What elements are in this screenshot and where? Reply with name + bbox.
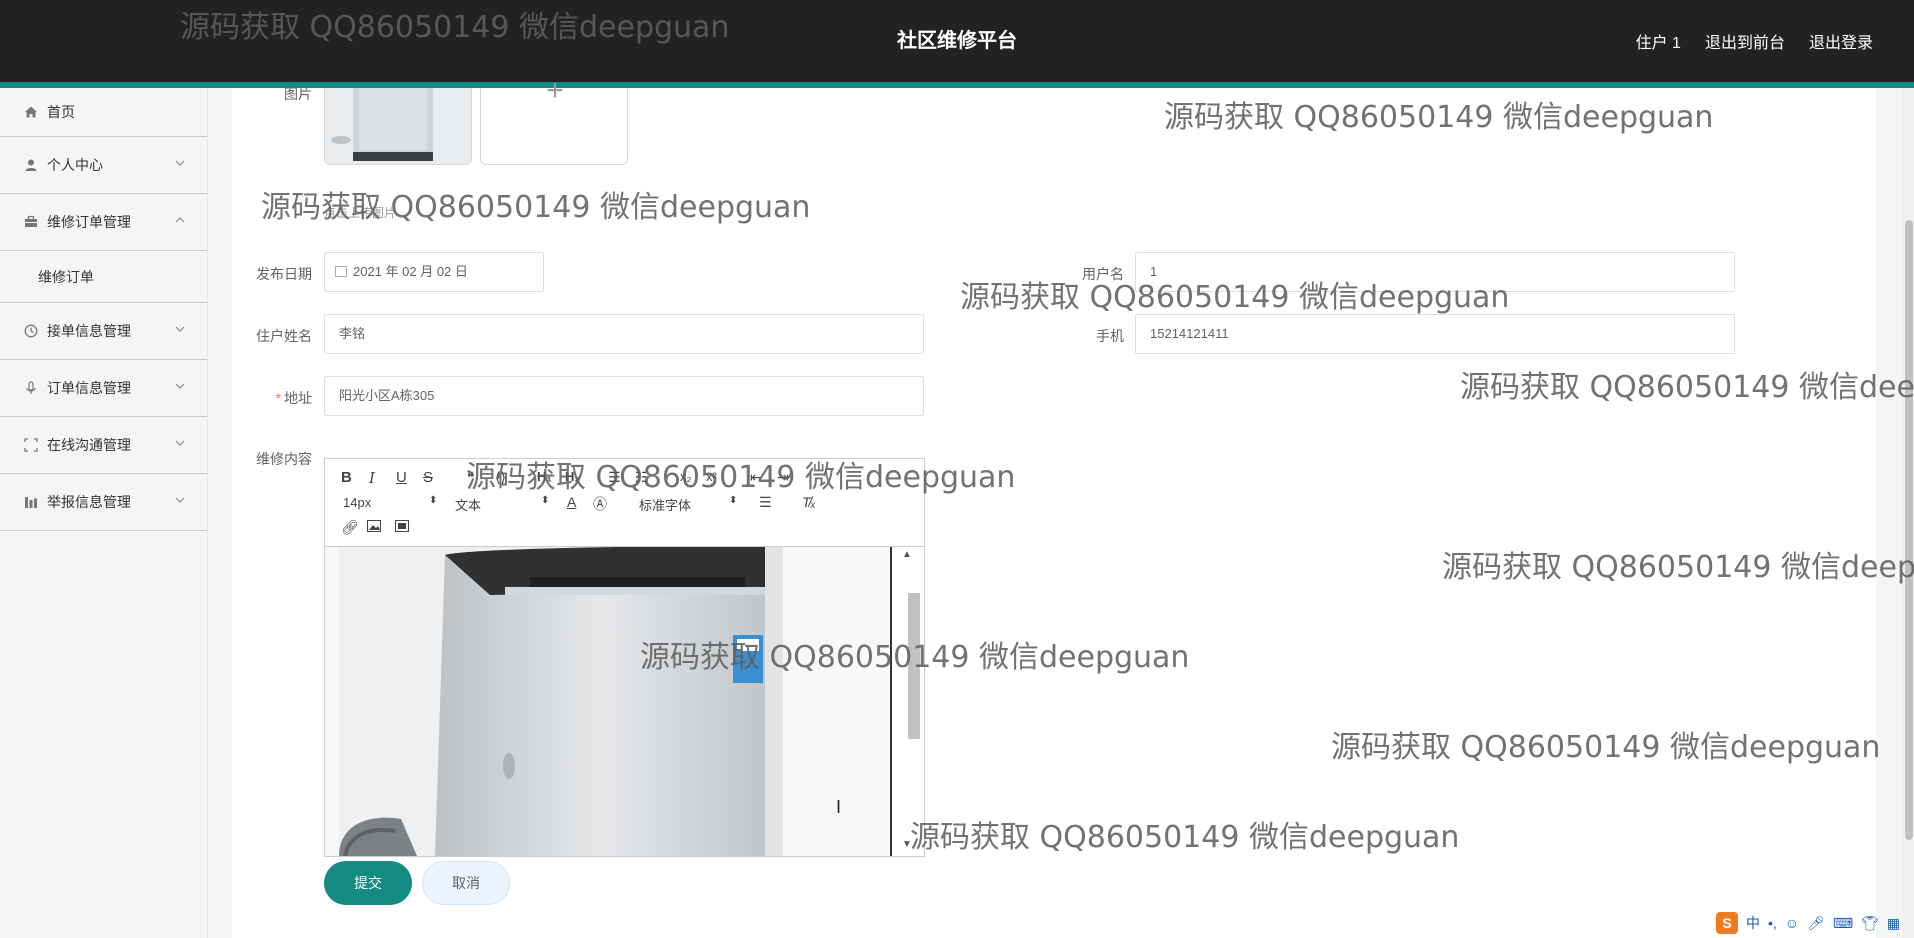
required-asterisk: * <box>275 390 281 406</box>
top-links: 住户 1 退出到前台 退出登录 <box>1636 0 1873 82</box>
bold-icon[interactable]: B <box>341 469 352 486</box>
sidebar-subitem-repair-orders[interactable]: 维修订单 <box>0 251 207 303</box>
sidebar-item-label: 首页 <box>47 104 75 120</box>
blockquote-icon[interactable]: ❝ <box>467 469 475 486</box>
upload-image-button[interactable]: + <box>480 74 628 165</box>
chevron-up-icon <box>175 214 185 228</box>
username-field[interactable]: 1 <box>1135 252 1735 292</box>
sogou-ime-logo-icon[interactable]: S <box>1716 912 1738 934</box>
text-cursor-icon: I <box>836 797 842 817</box>
sidebar-item-personal-center[interactable]: 个人中心 <box>0 137 207 194</box>
phone-label: 手机 <box>1096 328 1124 344</box>
sidebar-item-home[interactable]: 首页 <box>0 88 207 137</box>
italic-icon[interactable]: I <box>369 469 375 487</box>
font-color-icon[interactable]: A <box>567 494 576 510</box>
punctuation-icon[interactable]: •, <box>1768 915 1777 931</box>
image-icon[interactable] <box>367 519 381 536</box>
sidebar-item-label: 维修订单管理 <box>47 214 131 230</box>
back-to-front-link[interactable]: 退出到前台 <box>1705 29 1785 53</box>
briefcase-icon <box>24 215 38 229</box>
sidebar-item-label: 举报信息管理 <box>47 494 131 510</box>
grid-icon[interactable]: ▦ <box>1887 915 1900 932</box>
microphone-icon[interactable]: 🎤︎ <box>1807 915 1825 932</box>
site-title: 社区维修平台 <box>897 30 1017 52</box>
indent-icon[interactable]: ⇥ <box>777 469 789 486</box>
user-icon <box>24 158 38 172</box>
ime-mode-indicator[interactable]: 中 <box>1746 913 1760 933</box>
sidebar: 首页 个人中心 维修订单管理 维修订单 接单信息管理 订单信息管理 在线沟通管理… <box>0 88 208 938</box>
logout-link[interactable]: 退出登录 <box>1809 29 1873 53</box>
rich-text-editor[interactable]: B I U S ❝ ⟨⟩ H₁ H₂ ☰ ☷ x₂ x² ⇤ ⇥ 14px ⬍ 文… <box>324 458 925 857</box>
block-format-select[interactable]: 文本 ⬍ <box>455 495 549 514</box>
publish-date-value: 2021 年 02 月 02 日 <box>353 264 468 279</box>
heading2-icon[interactable]: H₂ <box>565 469 580 484</box>
scroll-down-icon[interactable]: ▼ <box>902 839 912 850</box>
image-label: 图片 <box>284 86 312 102</box>
current-user: 住户 1 <box>1635 35 1681 52</box>
page-scrollbar-thumb[interactable] <box>1905 220 1913 840</box>
chevron-down-icon <box>175 157 185 171</box>
align-left-icon[interactable]: ☰ <box>759 494 772 511</box>
ordered-list-icon[interactable]: ☰ <box>608 469 621 486</box>
video-icon[interactable] <box>395 519 409 536</box>
repair-content-label: 维修内容 <box>256 451 312 467</box>
home-icon <box>24 105 38 119</box>
strikethrough-icon[interactable]: S <box>423 469 433 486</box>
fullscreen-icon <box>24 438 38 452</box>
sidebar-item-order-taking-management[interactable]: 接单信息管理 <box>0 303 207 360</box>
username-label: 用户名 <box>1082 266 1124 282</box>
subscript-icon[interactable]: x₂ <box>680 469 692 484</box>
resident-name-field[interactable]: 李铭 <box>324 314 924 354</box>
sidebar-item-report-management[interactable]: 举报信息管理 <box>0 474 207 531</box>
sidebar-item-label: 个人中心 <box>47 157 103 173</box>
resident-name-label: 住户姓名 <box>256 328 312 344</box>
sidebar-item-label: 接单信息管理 <box>47 323 131 339</box>
submit-button[interactable]: 提交 <box>324 861 412 905</box>
code-block-icon[interactable]: ⟨⟩ <box>495 469 506 486</box>
font-size-select[interactable]: 14px ⬍ <box>343 495 437 510</box>
superscript-icon[interactable]: x² <box>706 469 717 484</box>
sidebar-item-label: 订单信息管理 <box>47 380 131 396</box>
chart-icon <box>24 495 38 509</box>
chevron-down-icon <box>175 323 185 337</box>
address-label: * 地址 <box>275 390 312 406</box>
sidebar-item-online-chat-management[interactable]: 在线沟通管理 <box>0 417 207 474</box>
calendar-icon <box>335 266 347 277</box>
scroll-up-icon[interactable]: ▲ <box>902 549 912 560</box>
background-color-icon[interactable]: Ⓐ <box>593 494 607 514</box>
outdent-icon[interactable]: ⇤ <box>750 469 762 486</box>
chevron-down-icon <box>175 380 185 394</box>
underline-icon[interactable]: U <box>396 469 407 486</box>
sidebar-item-repair-order-management[interactable]: 维修订单管理 <box>0 194 207 251</box>
font-family-select[interactable]: 标准字体 ⬍ <box>639 495 737 514</box>
chevron-down-icon <box>175 494 185 508</box>
microphone-icon <box>24 381 38 395</box>
clock-icon <box>24 324 38 338</box>
publish-date-picker[interactable]: 2021 年 02 月 02 日 <box>324 252 544 292</box>
editor-scrollbar[interactable]: ▲ ▼ <box>890 547 924 856</box>
phone-field[interactable]: 15214121411 <box>1135 314 1735 354</box>
washing-machine-photo <box>325 547 890 856</box>
publish-date-label: 发布日期 <box>256 266 312 282</box>
link-icon[interactable]: 🔗︎ <box>341 519 359 536</box>
clear-format-icon[interactable]: T̸ₓ <box>802 494 816 510</box>
chevron-down-icon <box>175 437 185 451</box>
sidebar-item-label: 在线沟通管理 <box>47 437 131 453</box>
heading1-icon[interactable]: H₁ <box>537 469 552 484</box>
ime-toolbar[interactable]: S 中 •, ☺ 🎤︎ ⌨ 👕︎ ▦ <box>1712 910 1914 936</box>
bullet-list-icon[interactable]: ☷ <box>635 469 648 486</box>
sidebar-item-order-info-management[interactable]: 订单信息管理 <box>0 360 207 417</box>
address-field[interactable]: 阳光小区A栋305 <box>324 376 924 416</box>
uploaded-image-thumbnail[interactable] <box>324 88 472 165</box>
shirt-icon[interactable]: 👕︎ <box>1861 915 1879 932</box>
editor-scrollbar-thumb[interactable] <box>908 593 920 739</box>
emoji-icon[interactable]: ☺ <box>1785 915 1799 931</box>
keyboard-icon[interactable]: ⌨ <box>1833 915 1853 932</box>
editor-content-area[interactable]: ▲ ▼ <box>325 547 924 856</box>
cancel-button[interactable]: 取消 <box>422 861 510 905</box>
editor-toolbar: B I U S ❝ ⟨⟩ H₁ H₂ ☰ ☷ x₂ x² ⇤ ⇥ 14px ⬍ 文… <box>325 459 924 547</box>
upload-tip: 点击上传图片 <box>324 206 397 220</box>
plus-icon: + <box>546 74 564 107</box>
